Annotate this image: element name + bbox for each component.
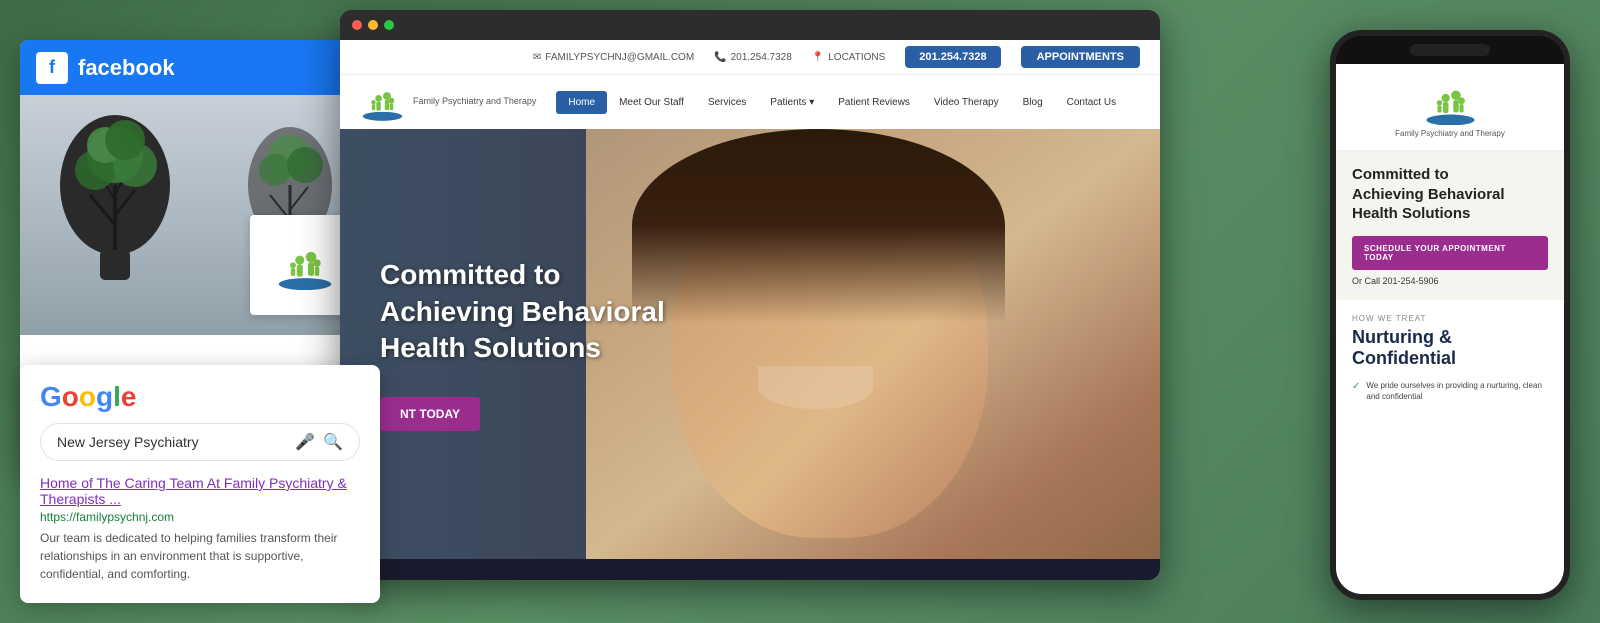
google-o2: o xyxy=(79,381,96,412)
location-icon: 📍 xyxy=(812,52,824,63)
phone-check-text: We pride ourselves in providing a nurtur… xyxy=(1366,380,1548,402)
browser-minimize-dot[interactable] xyxy=(368,20,378,30)
nav-blog[interactable]: Blog xyxy=(1011,91,1055,114)
nav-home[interactable]: Home xyxy=(556,91,607,114)
phone-check-item: ✓ We pride ourselves in providing a nurt… xyxy=(1352,380,1548,402)
nav-video-therapy[interactable]: Video Therapy xyxy=(922,91,1011,114)
nav-services[interactable]: Services xyxy=(696,91,758,114)
google-search-bar[interactable]: New Jersey Psychiatry 🎤 🔍 xyxy=(40,423,360,461)
facebook-header: f facebook xyxy=(20,40,380,95)
smile-hint xyxy=(758,366,873,409)
family-logo-fb xyxy=(275,240,335,290)
email-icon: ✉ xyxy=(533,52,541,63)
phone-treat-section: HOW WE TREAT Nurturing &Confidential ✓ W… xyxy=(1336,300,1564,417)
phone-logo-section: Family Psychiatry and Therapy xyxy=(1336,64,1564,151)
phone-hero-heading: Committed toAchieving BehavioralHealth S… xyxy=(1352,165,1548,224)
nav-contact[interactable]: Contact Us xyxy=(1055,91,1128,114)
nav-items: Home Meet Our Staff Services Patients ▾ … xyxy=(556,91,1128,114)
site-logo: Family Psychiatry and Therapy xyxy=(360,83,536,121)
phone-nurturing-heading: Nurturing &Confidential xyxy=(1352,327,1548,370)
phone-logo-icon xyxy=(1423,80,1478,125)
facebook-title: facebook xyxy=(78,55,175,81)
phone-how-treat-label: HOW WE TREAT xyxy=(1352,314,1548,323)
google-o1: o xyxy=(62,381,79,412)
google-l: l xyxy=(113,381,121,412)
facebook-f-letter: f xyxy=(49,57,55,78)
laptop-frame: ✉ FAMILYPSYCHNJ@GMAIL.COM 📞 201.254.7328… xyxy=(340,10,1160,580)
nav-reviews[interactable]: Patient Reviews xyxy=(826,91,922,114)
phone-notch-bar xyxy=(1410,44,1490,56)
phone-frame: Family Psychiatry and Therapy Committed … xyxy=(1330,30,1570,600)
topbar-phone-text: 201.254.7328 xyxy=(731,52,792,63)
search-icon[interactable]: 🔍 xyxy=(323,432,343,452)
tree-head-left xyxy=(50,105,180,305)
browser-close-dot[interactable] xyxy=(352,20,362,30)
search-result-desc: Our team is dedicated to helping familie… xyxy=(40,529,360,583)
search-input-text[interactable]: New Jersey Psychiatry xyxy=(57,434,287,450)
phone-screen: Family Psychiatry and Therapy Committed … xyxy=(1336,64,1564,594)
site-logo-icon xyxy=(360,83,405,121)
nav-patients[interactable]: Patients ▾ xyxy=(758,91,826,114)
search-result-url: https://familypsychnj.com xyxy=(40,510,360,524)
facebook-logo-box: f xyxy=(36,52,68,84)
checkmark-icon: ✓ xyxy=(1352,380,1360,394)
google-search-card: Google New Jersey Psychiatry 🎤 🔍 Home of… xyxy=(20,365,380,603)
phone-schedule-button[interactable]: SCHEDULE YOUR APPOINTMENT TODAY xyxy=(1352,236,1548,270)
topbar-locations[interactable]: 📍 LOCATIONS xyxy=(812,52,886,63)
site-logo-text: Family Psychiatry and Therapy xyxy=(413,96,536,108)
site-hero: Committed toAchieving BehavioralHealth S… xyxy=(340,129,1160,559)
hero-heading: Committed toAchieving BehavioralHealth S… xyxy=(380,257,665,366)
topbar-email: ✉ FAMILYPSYCHNJ@GMAIL.COM xyxy=(533,52,694,63)
topbar-appointments-button[interactable]: APPOINTMENTS xyxy=(1021,46,1140,68)
topbar-email-text: FAMILYPSYCHNJ@GMAIL.COM xyxy=(545,52,694,63)
google-g2: g xyxy=(96,381,113,412)
site-header: ✉ FAMILYPSYCHNJ@GMAIL.COM 📞 201.254.7328… xyxy=(340,40,1160,129)
search-result-title[interactable]: Home of The Caring Team At Family Psychi… xyxy=(40,475,360,507)
site-navbar: Family Psychiatry and Therapy Home Meet … xyxy=(340,75,1160,129)
phone-call-text: Or Call 201-254-5906 xyxy=(1352,276,1548,286)
phone-notch xyxy=(1336,36,1564,64)
topbar-phone-button[interactable]: 201.254.7328 xyxy=(905,46,1000,68)
phone-logo-text: Family Psychiatry and Therapy xyxy=(1395,129,1505,138)
microphone-icon[interactable]: 🎤 xyxy=(295,432,315,452)
google-g: G xyxy=(40,381,62,412)
nav-meet-staff[interactable]: Meet Our Staff xyxy=(607,91,696,114)
phone-hero-section: Committed toAchieving BehavioralHealth S… xyxy=(1336,151,1564,300)
phone-icon: 📞 xyxy=(714,52,726,63)
facebook-image-area xyxy=(20,95,380,335)
site-topbar: ✉ FAMILYPSYCHNJ@GMAIL.COM 📞 201.254.7328… xyxy=(340,40,1160,75)
topbar-phone: 📞 201.254.7328 xyxy=(714,52,792,63)
browser-top-bar xyxy=(340,10,1160,40)
google-logo: Google xyxy=(40,381,360,413)
topbar-locations-text: LOCATIONS xyxy=(828,52,885,63)
hero-cta-button[interactable]: NT TODAY xyxy=(380,397,480,431)
browser-maximize-dot[interactable] xyxy=(384,20,394,30)
google-e: e xyxy=(121,381,137,412)
hero-text: Committed toAchieving BehavioralHealth S… xyxy=(340,217,705,470)
browser-content: ✉ FAMILYPSYCHNJ@GMAIL.COM 📞 201.254.7328… xyxy=(340,40,1160,580)
